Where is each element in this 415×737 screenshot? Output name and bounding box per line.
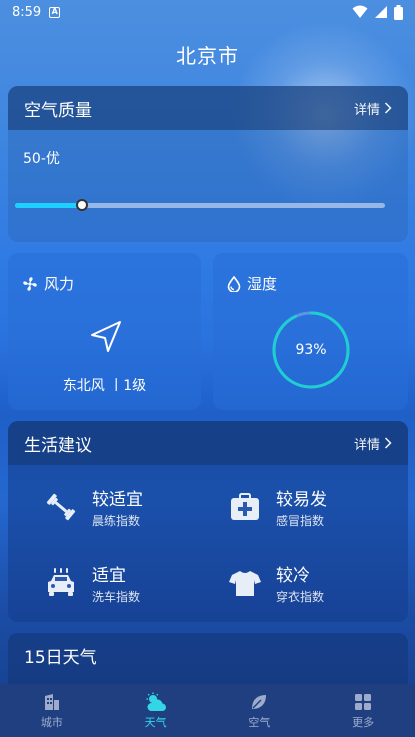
car-wash-icon xyxy=(48,568,74,596)
detail-label: 详情 xyxy=(353,102,380,118)
chevron-right-icon xyxy=(384,102,392,114)
nav-item-label: 天气 xyxy=(144,715,167,729)
dumbbell-icon xyxy=(46,493,76,521)
life-item-dressing[interactable]: 较冷 穿衣指数 xyxy=(228,561,324,605)
air-quality-card: 空气质量 详情 50-优 xyxy=(8,86,408,242)
air-quality-value: 50-优 xyxy=(23,151,60,167)
humidity-card: 湿度 93% xyxy=(213,253,408,410)
life-item-sub: 晨练指数 xyxy=(92,514,141,528)
water-drop-icon xyxy=(227,275,241,292)
life-suggestions-header: 生活建议 详情 xyxy=(8,421,408,465)
nav-item-label: 城市 xyxy=(40,715,63,729)
nav-item-city[interactable]: 城市 xyxy=(0,684,104,737)
page-title: 北京市 xyxy=(176,44,239,68)
notification-icon: A xyxy=(49,6,61,18)
status-bar: 8:59 A xyxy=(0,0,415,24)
life-suggestions-detail-link[interactable]: 详情 xyxy=(354,434,392,453)
fan-icon xyxy=(23,276,37,291)
leaf-icon xyxy=(252,694,267,709)
humidity-title: 湿度 xyxy=(247,275,278,293)
life-item-sub: 感冒指数 xyxy=(276,514,325,528)
nav-item-label: 更多 xyxy=(352,715,375,729)
life-item-cold[interactable]: 较易发 感冒指数 xyxy=(228,485,327,529)
life-suggestions-title: 生活建议 xyxy=(24,435,92,456)
wind-header: 风力 xyxy=(22,273,74,294)
life-item-sub: 洗车指数 xyxy=(92,590,141,604)
nav-item-air[interactable]: 空气 xyxy=(208,684,312,737)
air-quality-slider-knob[interactable] xyxy=(75,199,88,211)
wind-description: 东北风 丨1级 xyxy=(62,378,147,394)
air-quality-title: 空气质量 xyxy=(24,100,92,121)
life-suggestions-card: 生活建议 详情 较适宜 晨练指数 较易发 感冒指数 适宜 洗车指数 较冷 穿衣指… xyxy=(8,421,408,622)
life-item-sub: 穿衣指数 xyxy=(276,590,325,604)
building-icon xyxy=(44,693,59,710)
wind-direction-arrow-icon xyxy=(91,321,121,352)
life-item-main: 较冷 xyxy=(276,566,310,586)
nav-item-weather[interactable]: 天气 xyxy=(104,684,208,737)
forecast-title: 15日天气 xyxy=(24,647,97,668)
nav-item-more[interactable]: 更多 xyxy=(311,684,415,737)
wifi-icon xyxy=(352,5,368,18)
nav-item-label: 空气 xyxy=(248,715,271,729)
life-item-main: 适宜 xyxy=(92,566,126,586)
battery-icon xyxy=(394,4,403,20)
life-item-main: 较易发 xyxy=(276,490,327,510)
humidity-value: 93% xyxy=(295,342,327,358)
wind-title: 风力 xyxy=(44,275,75,293)
air-quality-slider[interactable] xyxy=(15,199,385,211)
life-item-car-wash[interactable]: 适宜 洗车指数 xyxy=(44,561,140,605)
air-quality-header: 空气质量 详情 xyxy=(8,86,408,130)
medical-kit-icon xyxy=(231,493,259,520)
grid-icon xyxy=(355,693,372,710)
forecast-header: 15日天气 xyxy=(8,633,408,677)
air-quality-detail-link[interactable]: 详情 xyxy=(354,99,392,118)
wind-card: 风力 东北风 丨1级 xyxy=(8,253,201,410)
shirt-icon xyxy=(229,571,261,596)
life-item-exercise[interactable]: 较适宜 晨练指数 xyxy=(44,485,143,529)
cell-signal-icon xyxy=(375,6,387,18)
humidity-header: 湿度 xyxy=(227,273,277,294)
life-item-main: 较适宜 xyxy=(92,490,143,510)
status-time: 8:59 xyxy=(12,4,42,20)
chevron-right-icon xyxy=(384,437,392,449)
bottom-nav: 城市 天气 空气 更多 xyxy=(0,684,415,737)
weather-icon xyxy=(146,692,166,711)
air-quality-slider-fill xyxy=(15,203,82,208)
detail-label: 详情 xyxy=(353,437,380,453)
